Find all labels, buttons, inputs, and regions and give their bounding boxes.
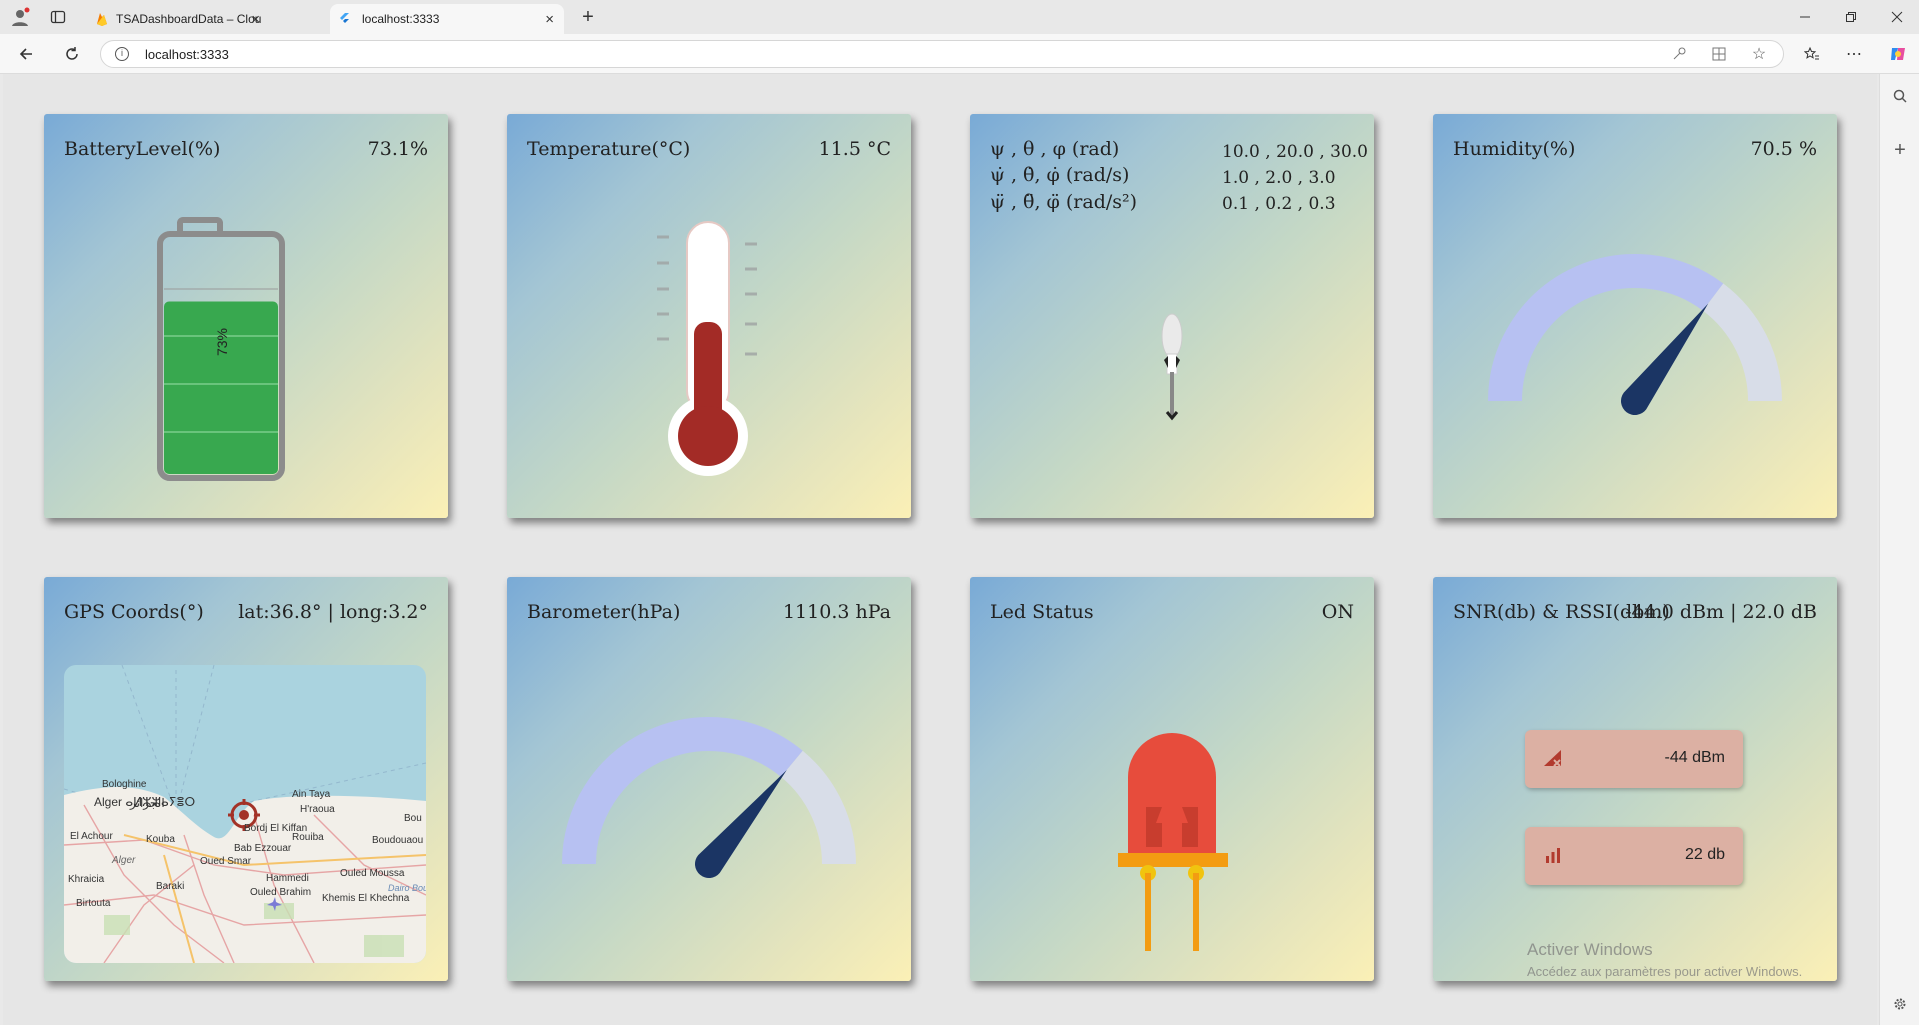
flutter-icon (338, 13, 350, 25)
temperature-title: Temperature(°C) (527, 138, 691, 160)
tab-actions-icon[interactable] (48, 7, 68, 27)
rssi-value: -44 dBm (1664, 749, 1725, 766)
thermometer-icon (657, 221, 757, 476)
signal-off-icon (1544, 750, 1561, 767)
map-place-label: Baraki (156, 881, 185, 892)
barometer-gauge (562, 717, 856, 879)
firebase-icon (96, 12, 108, 26)
map-place-label: Rouiba (292, 832, 324, 843)
battery-title: BatteryLevel(%) (64, 138, 221, 160)
snr-value: 22 db (1684, 846, 1725, 863)
edge-sidebar: + (1879, 74, 1919, 1025)
new-tab-icon[interactable]: + (578, 6, 598, 28)
site-info-icon[interactable]: i (115, 47, 129, 61)
close-tab-icon[interactable]: × (251, 11, 260, 28)
tab-firestore[interactable]: TSADashboardData – Cloud Firest × (88, 4, 270, 34)
rocket-model-icon (1161, 313, 1183, 421)
map-place-label: Oued Smar (200, 856, 252, 867)
snr-chip: 22 db (1525, 827, 1743, 885)
map-place-label: Ouled Brahim (250, 887, 312, 898)
minimize-icon[interactable] (1795, 7, 1815, 27)
battery-value: 73.1% (367, 138, 428, 160)
barometer-card: Barometer(hPa) 1110.3 hPa (507, 577, 911, 981)
browser-tab-strip: TSADashboardData – Cloud Firest × localh… (0, 0, 1919, 34)
more-menu-icon[interactable]: ⋯ (1844, 44, 1864, 64)
copilot-icon[interactable] (1888, 44, 1908, 64)
gauge-arc (1702, 283, 1782, 402)
gps-value: lat:36.8° | long:3.2° (238, 601, 428, 623)
gps-card: GPS Coords(°) lat:36.8° | long:3.2° Bolo… (44, 577, 448, 981)
map-place-label: Alger (112, 855, 136, 866)
address-bar[interactable]: i localhost:3333 (100, 40, 1784, 68)
map-place-label: Hammedi (266, 873, 309, 884)
app-available-icon[interactable] (1709, 44, 1729, 64)
signal-bars-icon (1546, 848, 1560, 863)
map-place-label: H'raoua (300, 804, 335, 815)
windows-watermark-text: Accédez aux paramètres pour activer Wind… (1527, 964, 1803, 979)
search-icon[interactable] (1890, 86, 1910, 106)
key-icon[interactable] (1669, 44, 1689, 64)
orientation-card: ψ , θ , φ (rad) ψ̇ , θ̇, φ̇ (rad/s) ψ̈ ,… (970, 114, 1374, 518)
led-card: Led Status ON (970, 577, 1374, 981)
signal-card: SNR(db) & RSSI(dbm) -44.0 dBm | 22.0 dB … (1433, 577, 1837, 981)
map-place-label: Boudouaou (372, 835, 424, 846)
url-text: localhost:3333 (145, 46, 229, 62)
map-place-label: Bologhine (102, 779, 147, 790)
close-window-icon[interactable] (1887, 7, 1907, 27)
map-place-label: Khemis El Khechna (322, 893, 410, 904)
tab-localhost[interactable]: localhost:3333 × (330, 4, 564, 34)
favorites-icon[interactable] (1802, 44, 1822, 64)
restore-icon[interactable] (1841, 7, 1861, 27)
signal-value: -44.0 dBm | 22.0 dB (1625, 601, 1817, 623)
browser-toolbar: i localhost:3333 ☆ ⋯ (0, 34, 1919, 74)
map-labels: Bologhine Alger ⴰⵍⵣⵣⴰⵢⴻⵔ الجزائر Ain Taya H'… (64, 665, 426, 963)
battery-card: 73% BatteryLevel(%) 73.1% (44, 114, 448, 518)
tab-title: TSADashboardData – Cloud Firest (116, 12, 261, 26)
battery-icon (157, 217, 285, 481)
dashboard-page: 73% BatteryLevel(%) 73.1% Temperature(°C… (3, 74, 1877, 1025)
favorite-star-icon[interactable]: ☆ (1749, 44, 1769, 64)
close-tab-icon[interactable]: × (545, 11, 554, 28)
map-place-label: Dairo Bou (388, 883, 426, 893)
map-place-label: الجزائر (130, 796, 165, 810)
reload-icon[interactable] (62, 44, 82, 64)
map-place-label: Ouled Moussa (340, 868, 405, 879)
gps-title: GPS Coords(°) (64, 601, 204, 623)
tab-title: localhost:3333 (362, 12, 440, 26)
temperature-card: Temperature(°C) 11.5 °C (507, 114, 911, 518)
battery-label: 73% (214, 327, 230, 357)
profile-icon[interactable] (10, 7, 30, 27)
gauge-arc (780, 750, 856, 865)
gauge-needle (1620, 303, 1709, 416)
rssi-chip: -44 dBm (1525, 730, 1743, 788)
humidity-card: Humidity(%) 70.5 % (1433, 114, 1837, 518)
back-icon[interactable] (16, 44, 36, 64)
humidity-gauge (1488, 254, 1782, 416)
add-icon[interactable]: + (1890, 139, 1910, 161)
map-place-label: Bab Ezzouar (234, 843, 292, 854)
settings-icon[interactable] (1890, 994, 1910, 1014)
temperature-value: 11.5 °C (818, 138, 891, 160)
led-icon (1118, 733, 1228, 951)
gauge-needle (694, 769, 787, 879)
map-place-label: Khraicia (68, 874, 105, 885)
map-place-label: El Achour (70, 831, 113, 842)
windows-watermark-title: Activer Windows (1527, 940, 1653, 959)
map-place-label: Ain Taya (292, 789, 331, 800)
map-place-label: Bou (404, 813, 422, 824)
map-place-label: Birtouta (76, 898, 111, 909)
gps-map[interactable]: Bologhine Alger ⴰⵍⵣⵣⴰⵢⴻⵔ الجزائر Ain Taya H'… (64, 665, 426, 963)
map-place-label: Kouba (146, 834, 175, 845)
